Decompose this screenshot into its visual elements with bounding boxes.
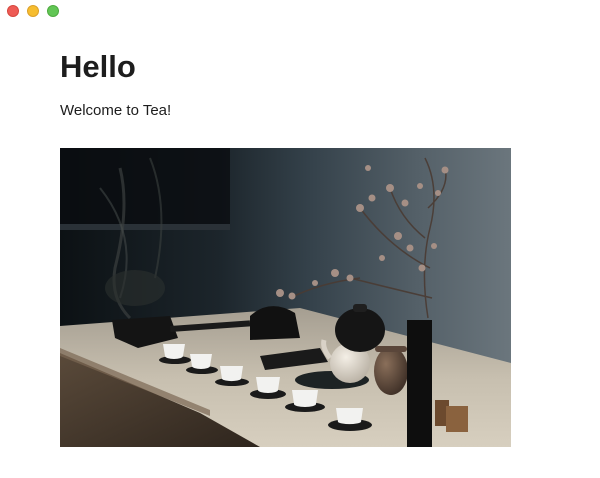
close-button[interactable] [7, 5, 19, 17]
title-bar [0, 0, 600, 22]
vase [407, 320, 432, 447]
zoom-button[interactable] [47, 5, 59, 17]
minimize-button[interactable] [27, 5, 39, 17]
page-heading: Hello [60, 49, 136, 84]
tea-set-photo [60, 148, 511, 447]
app-window: Hello Welcome to Tea! [0, 0, 600, 478]
jar [374, 347, 408, 395]
welcome-text: Welcome to Tea! [60, 102, 172, 119]
